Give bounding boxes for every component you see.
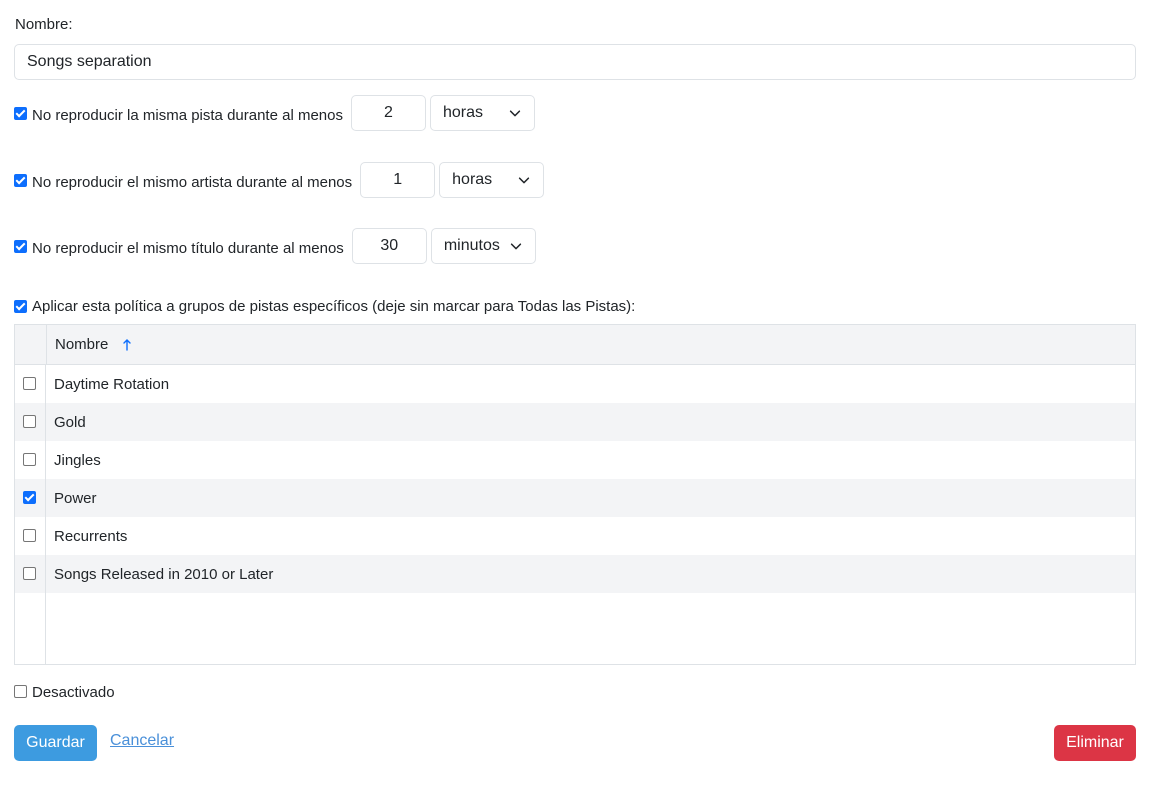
rule-artist-unit-value: horas: [452, 171, 493, 188]
rule-title-checkbox[interactable]: [14, 239, 27, 253]
row-name: Jingles: [54, 451, 101, 469]
row-name: Recurrents: [54, 527, 128, 545]
rule-track-unit-select[interactable]: horas: [429, 95, 535, 131]
chevron-down-icon: [518, 177, 530, 184]
row-checkbox[interactable]: [23, 528, 36, 542]
header-name-label: Nombre: [55, 336, 109, 353]
disabled-row: Desactivado: [14, 682, 115, 701]
row-select-cell: [15, 517, 46, 555]
rule-artist-label: No reproducir el mismo artista durante a…: [32, 173, 353, 191]
name-label: Nombre:: [15, 16, 73, 33]
sort-ascending-icon: [123, 338, 132, 351]
row-select-cell: [15, 555, 46, 593]
row-name: Daytime Rotation: [54, 375, 170, 393]
table-row[interactable]: Power: [15, 479, 1135, 517]
disabled-label: Desactivado: [32, 683, 115, 701]
rule-title-unit-value: minutos: [443, 237, 500, 254]
apply-groups-row: Aplicar esta política a grupos de pistas…: [14, 296, 635, 316]
chevron-down-icon: [509, 110, 521, 117]
row-checkbox[interactable]: [23, 414, 36, 428]
row-checkbox[interactable]: [23, 566, 36, 580]
table-row[interactable]: Songs Released in 2010 or Later: [15, 555, 1135, 593]
rule-track-label: No reproducir la misma pista durante al …: [32, 106, 343, 124]
disabled-checkbox[interactable]: [14, 684, 27, 698]
cancel-link[interactable]: Cancelar: [110, 732, 174, 750]
apply-groups-label: Aplicar esta política a grupos de pistas…: [32, 297, 636, 315]
delete-button[interactable]: Eliminar: [1054, 725, 1136, 761]
rule-track-checkbox[interactable]: [14, 106, 27, 120]
row-select-cell: [15, 441, 46, 479]
table-header: Nombre: [15, 325, 1135, 365]
apply-groups-checkbox[interactable]: [14, 299, 27, 313]
rule-track-unit-value: horas: [442, 104, 484, 121]
chevron-down-icon: [510, 243, 521, 250]
rule-artist-row: No reproducir el mismo artista durante a…: [14, 162, 545, 198]
rule-title-label: No reproducir el mismo título durante al…: [32, 239, 344, 257]
row-name: Songs Released in 2010 or Later: [54, 565, 274, 583]
row-checkbox[interactable]: [23, 376, 36, 390]
row-select-cell: [15, 365, 46, 403]
header-name-column[interactable]: Nombre: [47, 325, 132, 364]
row-select-cell: [15, 479, 46, 517]
rule-artist-value-input[interactable]: 1: [360, 162, 436, 198]
column-divider: [45, 365, 46, 664]
table-row[interactable]: Daytime Rotation: [15, 365, 1135, 403]
row-select-cell: [15, 403, 46, 441]
name-input[interactable]: Songs separation: [14, 44, 1136, 80]
rule-track-row: No reproducir la misma pista durante al …: [14, 95, 535, 131]
row-name: Power: [54, 489, 97, 507]
table-row[interactable]: Gold: [15, 403, 1135, 441]
row-name: Gold: [54, 413, 86, 431]
rule-title-unit-select[interactable]: minutos: [430, 228, 536, 264]
rule-track-value-input[interactable]: 2: [350, 95, 426, 131]
row-checkbox[interactable]: [23, 490, 36, 504]
rule-title-row: No reproducir el mismo título durante al…: [14, 228, 536, 264]
rule-artist-checkbox[interactable]: [14, 173, 27, 187]
table-body: Daytime Rotation Gold Jingles Power Recurren…: [15, 365, 1135, 664]
rule-artist-unit-select[interactable]: horas: [439, 162, 545, 198]
rule-title-value-input[interactable]: 30: [351, 228, 427, 264]
track-groups-table: Nombre Daytime Rotation Gold Jingles Power R…: [14, 324, 1136, 665]
save-button[interactable]: Guardar: [14, 725, 97, 761]
row-checkbox[interactable]: [23, 452, 36, 466]
table-row[interactable]: Jingles: [15, 441, 1135, 479]
header-select-column: [15, 325, 47, 364]
table-row[interactable]: Recurrents: [15, 517, 1135, 555]
